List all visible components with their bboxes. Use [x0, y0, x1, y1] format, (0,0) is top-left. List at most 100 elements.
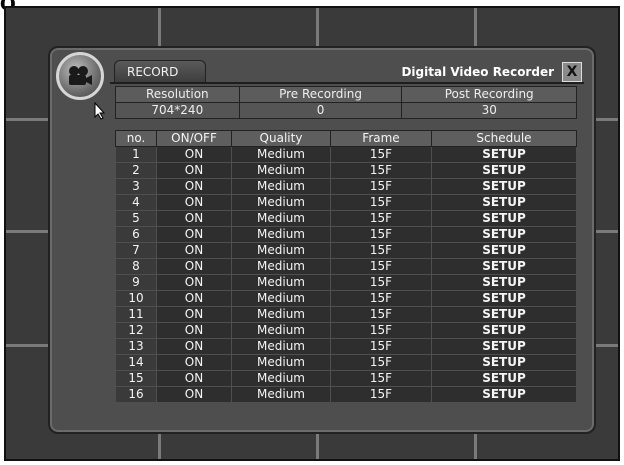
schedule-setup-button[interactable]: SETUP: [431, 146, 577, 163]
frame-select[interactable]: 15F: [330, 242, 432, 259]
frame-select[interactable]: 15F: [330, 226, 432, 243]
on-off-toggle[interactable]: ON: [156, 290, 232, 307]
table-row: 11 ON Medium 15F SETUP: [115, 306, 577, 323]
on-off-toggle[interactable]: ON: [156, 306, 232, 323]
on-off-toggle[interactable]: ON: [156, 322, 232, 339]
quality-select[interactable]: Medium: [231, 258, 331, 275]
frame-select[interactable]: 15F: [330, 306, 432, 323]
schedule-setup-button[interactable]: SETUP: [431, 194, 577, 211]
on-off-toggle[interactable]: ON: [156, 242, 232, 259]
quality-select[interactable]: Medium: [231, 178, 331, 195]
schedule-setup-button[interactable]: SETUP: [431, 178, 577, 195]
schedule-setup-button[interactable]: SETUP: [431, 338, 577, 355]
on-off-toggle[interactable]: ON: [156, 210, 232, 227]
table-row: 3 ON Medium 15F SETUP: [115, 178, 577, 195]
channel-number: 2: [115, 162, 157, 179]
tab-record[interactable]: RECORD: [114, 60, 206, 82]
record-dialog: RECORD Digital Video Recorder X Resoluti…: [48, 46, 596, 434]
channel-number: 8: [115, 258, 157, 275]
table-row: 4 ON Medium 15F SETUP: [115, 194, 577, 211]
frame-select[interactable]: 15F: [330, 258, 432, 275]
quality-select[interactable]: Medium: [231, 306, 331, 323]
on-off-toggle[interactable]: ON: [156, 162, 232, 179]
quality-select[interactable]: Medium: [231, 354, 331, 371]
pre-recording-header: Pre Recording: [238, 86, 403, 103]
frame-select[interactable]: 15F: [330, 178, 432, 195]
frame-select[interactable]: 15F: [330, 338, 432, 355]
frame-select[interactable]: 15F: [330, 386, 432, 403]
schedule-setup-button[interactable]: SETUP: [431, 322, 577, 339]
schedule-setup-button[interactable]: SETUP: [431, 258, 577, 275]
on-off-toggle[interactable]: ON: [156, 194, 232, 211]
pre-recording-value[interactable]: 0: [238, 102, 403, 119]
schedule-setup-button[interactable]: SETUP: [431, 386, 577, 403]
schedule-setup-button[interactable]: SETUP: [431, 242, 577, 259]
table-row: 15 ON Medium 15F SETUP: [115, 370, 577, 387]
channel-number: 13: [115, 338, 157, 355]
on-off-toggle[interactable]: ON: [156, 338, 232, 355]
channel-number: 4: [115, 194, 157, 211]
quality-select[interactable]: Medium: [231, 146, 331, 163]
table-row: 9 ON Medium 15F SETUP: [115, 274, 577, 291]
record-table: no. ON/OFF Quality Frame Schedule 1 ON Med…: [115, 130, 577, 403]
table-row: 6 ON Medium 15F SETUP: [115, 226, 577, 243]
quality-select[interactable]: Medium: [231, 242, 331, 259]
quality-select[interactable]: Medium: [231, 290, 331, 307]
mouse-pointer-icon: [94, 102, 106, 120]
on-off-toggle[interactable]: ON: [156, 354, 232, 371]
on-off-toggle[interactable]: ON: [156, 146, 232, 163]
channel-number: 10: [115, 290, 157, 307]
frame-select[interactable]: 15F: [330, 162, 432, 179]
channel-number: 3: [115, 178, 157, 195]
table-row: 13 ON Medium 15F SETUP: [115, 338, 577, 355]
record-rows: 1 ON Medium 15F SETUP 2 ON Medium 15F SETUP 3 ON Med…: [115, 146, 577, 403]
schedule-setup-button[interactable]: SETUP: [431, 370, 577, 387]
schedule-setup-button[interactable]: SETUP: [431, 210, 577, 227]
on-off-toggle[interactable]: ON: [156, 178, 232, 195]
quality-select[interactable]: Medium: [231, 338, 331, 355]
table-row: 7 ON Medium 15F SETUP: [115, 242, 577, 259]
column-header-quality: Quality: [231, 130, 331, 147]
frame-select[interactable]: 15F: [330, 322, 432, 339]
on-off-toggle[interactable]: ON: [156, 386, 232, 403]
frame-select[interactable]: 15F: [330, 194, 432, 211]
channel-number: 12: [115, 322, 157, 339]
table-row: 2 ON Medium 15F SETUP: [115, 162, 577, 179]
schedule-setup-button[interactable]: SETUP: [431, 306, 577, 323]
frame-select[interactable]: 15F: [330, 146, 432, 163]
window-title: Digital Video Recorder: [401, 65, 554, 79]
on-off-toggle[interactable]: ON: [156, 226, 232, 243]
on-off-toggle[interactable]: ON: [156, 370, 232, 387]
quality-select[interactable]: Medium: [231, 210, 331, 227]
close-icon[interactable]: X: [562, 62, 582, 82]
quality-select[interactable]: Medium: [231, 194, 331, 211]
schedule-setup-button[interactable]: SETUP: [431, 290, 577, 307]
quality-select[interactable]: Medium: [231, 274, 331, 291]
frame-select[interactable]: 15F: [330, 354, 432, 371]
channel-number: 14: [115, 354, 157, 371]
channel-number: 7: [115, 242, 157, 259]
video-camera-icon: [56, 52, 104, 100]
quality-select[interactable]: Medium: [231, 370, 331, 387]
channel-number: 6: [115, 226, 157, 243]
quality-select[interactable]: Medium: [231, 322, 331, 339]
schedule-setup-button[interactable]: SETUP: [431, 226, 577, 243]
quality-select[interactable]: Medium: [231, 226, 331, 243]
frame-select[interactable]: 15F: [330, 290, 432, 307]
frame-select[interactable]: 15F: [330, 210, 432, 227]
resolution-value[interactable]: 704*240: [115, 102, 240, 119]
channel-number: 9: [115, 274, 157, 291]
schedule-setup-button[interactable]: SETUP: [431, 354, 577, 371]
on-off-toggle[interactable]: ON: [156, 258, 232, 275]
channel-number: 11: [115, 306, 157, 323]
schedule-setup-button[interactable]: SETUP: [431, 162, 577, 179]
quality-select[interactable]: Medium: [231, 386, 331, 403]
frame-select[interactable]: 15F: [330, 370, 432, 387]
on-off-toggle[interactable]: ON: [156, 274, 232, 291]
column-header-frame: Frame: [330, 130, 432, 147]
schedule-setup-button[interactable]: SETUP: [431, 274, 577, 291]
frame-select[interactable]: 15F: [330, 274, 432, 291]
quality-select[interactable]: Medium: [231, 162, 331, 179]
post-recording-value[interactable]: 30: [401, 102, 577, 119]
table-row: 1 ON Medium 15F SETUP: [115, 146, 577, 163]
